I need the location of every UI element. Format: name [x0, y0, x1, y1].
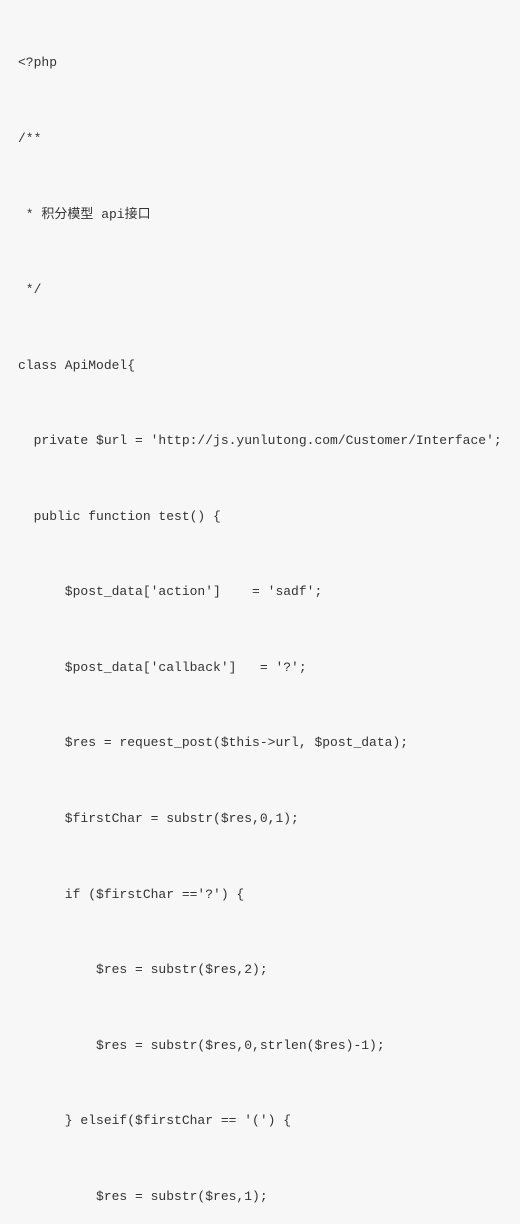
- code-line: class ApiModel{: [18, 357, 520, 375]
- code-block: <?php /** * 积分模型 api接口 */ class ApiModel…: [18, 18, 520, 1224]
- code-line: if ($firstChar =='?') {: [18, 886, 520, 904]
- code-line: $firstChar = substr($res,0,1);: [18, 810, 520, 828]
- code-line: $post_data['callback'] = '?';: [18, 659, 520, 677]
- code-line: $res = substr($res,1);: [18, 1188, 520, 1206]
- code-line: <?php: [18, 54, 520, 72]
- code-line: private $url = 'http://js.yunlutong.com/…: [18, 432, 520, 450]
- code-line: $res = substr($res,2);: [18, 961, 520, 979]
- code-line: $post_data['action'] = 'sadf';: [18, 583, 520, 601]
- code-line: * 积分模型 api接口: [18, 206, 520, 224]
- code-line: $res = substr($res,0,strlen($res)-1);: [18, 1037, 520, 1055]
- code-line: */: [18, 281, 520, 299]
- code-line: } elseif($firstChar == '(') {: [18, 1112, 520, 1130]
- code-line: $res = request_post($this->url, $post_da…: [18, 734, 520, 752]
- code-line: public function test() {: [18, 508, 520, 526]
- code-line: /**: [18, 130, 520, 148]
